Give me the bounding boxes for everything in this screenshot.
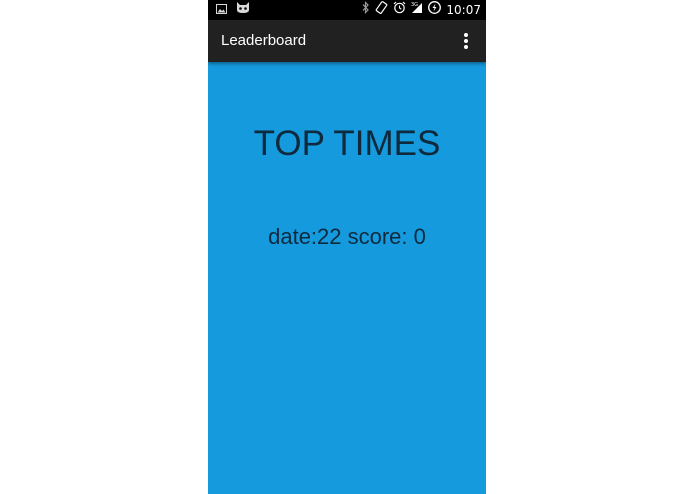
rotation-icon — [375, 1, 388, 19]
status-left-icons — [216, 1, 251, 19]
app-bar: Leaderboard — [208, 20, 486, 62]
phone-screen: 3G 10:07 Leaderboard TOP TIMES date:22 s… — [208, 0, 486, 494]
battery-charging-icon — [428, 1, 442, 19]
page-heading: TOP TIMES — [253, 124, 441, 163]
signal-3g-icon: 3G — [411, 1, 423, 19]
image-icon — [216, 1, 227, 19]
cat-icon — [235, 1, 251, 19]
status-time: 10:07 — [446, 3, 481, 17]
bluetooth-icon — [362, 1, 370, 19]
leaderboard-entry: date:22 score: 0 — [268, 224, 426, 249]
app-title: Leaderboard — [221, 32, 307, 49]
svg-text:3G: 3G — [411, 2, 418, 8]
more-vert-icon[interactable] — [450, 25, 482, 57]
status-bar: 3G 10:07 — [208, 0, 486, 20]
status-right-icons: 3G 10:07 — [362, 1, 481, 19]
alarm-icon — [393, 1, 406, 19]
